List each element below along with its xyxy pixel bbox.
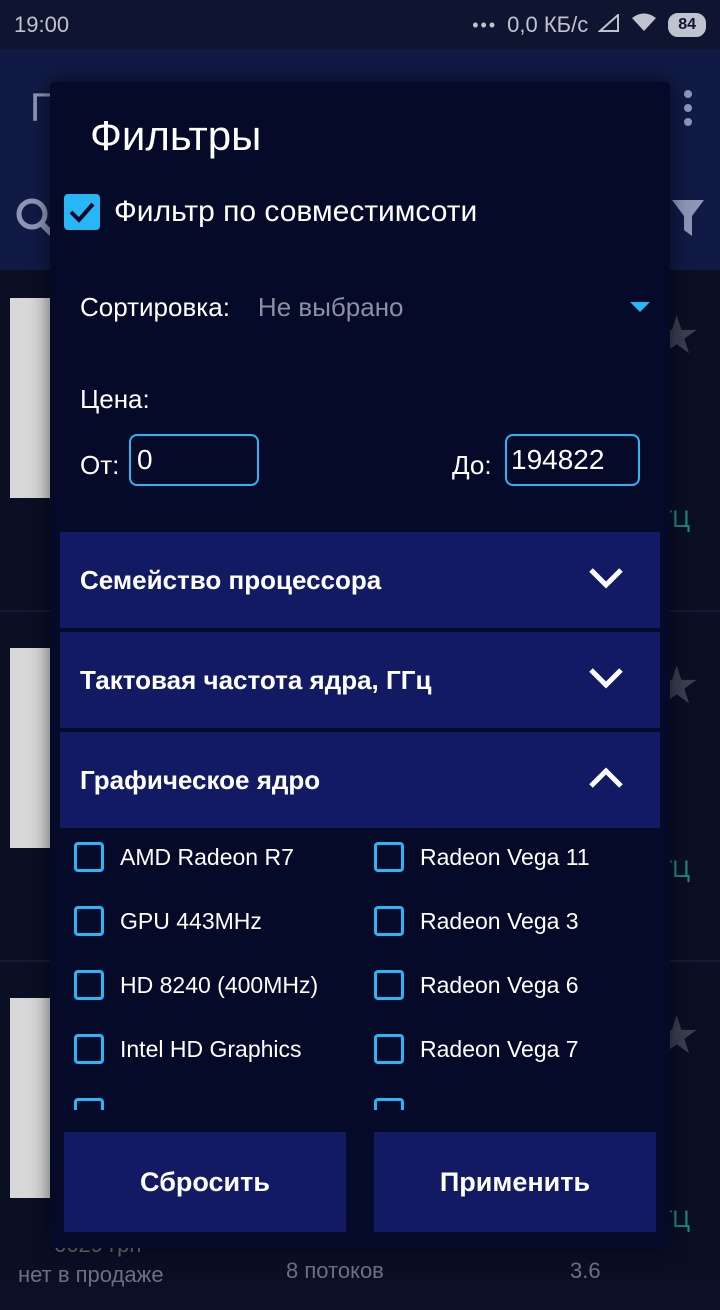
- option-checkbox-partial[interactable]: [74, 1098, 104, 1110]
- option-checkbox[interactable]: Intel HD Graphics: [74, 1034, 302, 1064]
- price-to-label: До:: [452, 450, 492, 480]
- network-speed: 0,0 КБ/с: [507, 12, 589, 37]
- option-checkbox[interactable]: Radeon Vega 11: [374, 842, 590, 872]
- checkbox[interactable]: [374, 1098, 404, 1110]
- checkbox[interactable]: [374, 906, 404, 936]
- section-label: Семейство процессора: [80, 564, 382, 595]
- product-image: [10, 648, 50, 848]
- graphics-options-list[interactable]: AMD Radeon R7 Radeon Vega 11 GPU 443MHz …: [60, 828, 660, 1110]
- section-processor-family[interactable]: Семейство процессора: [60, 532, 660, 628]
- price-to-input[interactable]: [505, 434, 640, 486]
- overflow-menu-icon[interactable]: [684, 90, 694, 132]
- option-label: HD 8240 (400MHz): [120, 971, 319, 998]
- notification-dots-icon: •••: [472, 14, 498, 35]
- sort-dropdown[interactable]: Сортировка: Не выбрано: [80, 292, 650, 323]
- sort-value[interactable]: Не выбрано: [258, 292, 404, 323]
- section-graphics-core[interactable]: Графическое ядро: [60, 732, 660, 828]
- section-label: Тактовая частота ядра, ГГц: [80, 664, 432, 695]
- wifi-icon: [630, 12, 658, 38]
- checkbox[interactable]: [74, 906, 104, 936]
- option-checkbox[interactable]: GPU 443MHz: [74, 906, 262, 936]
- battery-indicator: 84: [668, 13, 706, 37]
- chevron-up-icon: [588, 766, 624, 794]
- option-checkbox[interactable]: Radeon Vega 7: [374, 1034, 579, 1064]
- sort-label: Сортировка:: [80, 292, 230, 322]
- section-label: Графическое ядро: [80, 764, 321, 795]
- background-threads: 8 потоков: [286, 1258, 384, 1283]
- checkbox[interactable]: [374, 842, 404, 872]
- checkbox[interactable]: [74, 1098, 104, 1110]
- filter-icon[interactable]: [670, 196, 706, 245]
- status-time: 19:00: [14, 12, 70, 37]
- compatibility-filter-checkbox[interactable]: Фильтр по совместимсоти: [64, 194, 477, 230]
- dialog-title: Фильтры: [90, 112, 262, 159]
- status-bar: 19:00 ••• 0,0 КБ/с 84: [0, 0, 720, 50]
- checkmark-icon[interactable]: [64, 194, 100, 230]
- option-label: Intel HD Graphics: [120, 1035, 302, 1062]
- price-from-label: От:: [80, 450, 120, 480]
- chevron-down-icon: [588, 667, 624, 694]
- section-core-frequency[interactable]: Тактовая частота ядра, ГГц: [60, 632, 660, 728]
- reset-button[interactable]: Сбросить: [64, 1132, 346, 1232]
- background-frequency: 3.6: [570, 1258, 601, 1283]
- option-label: Radeon Vega 7: [420, 1035, 579, 1062]
- checkbox[interactable]: [74, 970, 104, 1000]
- chevron-down-icon: [588, 567, 624, 594]
- compatibility-filter-label: Фильтр по совместимсоти: [114, 195, 478, 228]
- option-checkbox[interactable]: Radeon Vega 3: [374, 906, 579, 936]
- price-from-input[interactable]: [129, 434, 259, 486]
- filter-dialog: Фильтры Фильтр по совместимсоти Сортиров…: [50, 82, 670, 1248]
- option-checkbox[interactable]: Radeon Vega 6: [374, 970, 579, 1000]
- option-label: Radeon Vega 6: [420, 971, 579, 998]
- product-image: [10, 298, 50, 498]
- checkbox[interactable]: [74, 842, 104, 872]
- status-indicators: ••• 0,0 КБ/с 84: [472, 12, 706, 38]
- signal-icon: [597, 12, 620, 38]
- option-label: Radeon Vega 11: [420, 843, 590, 870]
- apply-button[interactable]: Применить: [374, 1132, 656, 1232]
- dropdown-arrow-icon[interactable]: [630, 302, 650, 312]
- option-label: GPU 443MHz: [120, 907, 262, 934]
- option-label: AMD Radeon R7: [120, 843, 294, 870]
- price-label: Цена:: [80, 384, 150, 414]
- checkbox[interactable]: [374, 970, 404, 1000]
- option-checkbox-partial[interactable]: [374, 1098, 404, 1110]
- checkbox[interactable]: [374, 1034, 404, 1064]
- product-image: [10, 998, 50, 1198]
- option-checkbox[interactable]: AMD Radeon R7: [74, 842, 294, 872]
- option-checkbox[interactable]: HD 8240 (400MHz): [74, 970, 318, 1000]
- checkbox[interactable]: [74, 1034, 104, 1064]
- option-label: Radeon Vega 3: [420, 907, 579, 934]
- background-availability: нет в продаже: [18, 1262, 164, 1287]
